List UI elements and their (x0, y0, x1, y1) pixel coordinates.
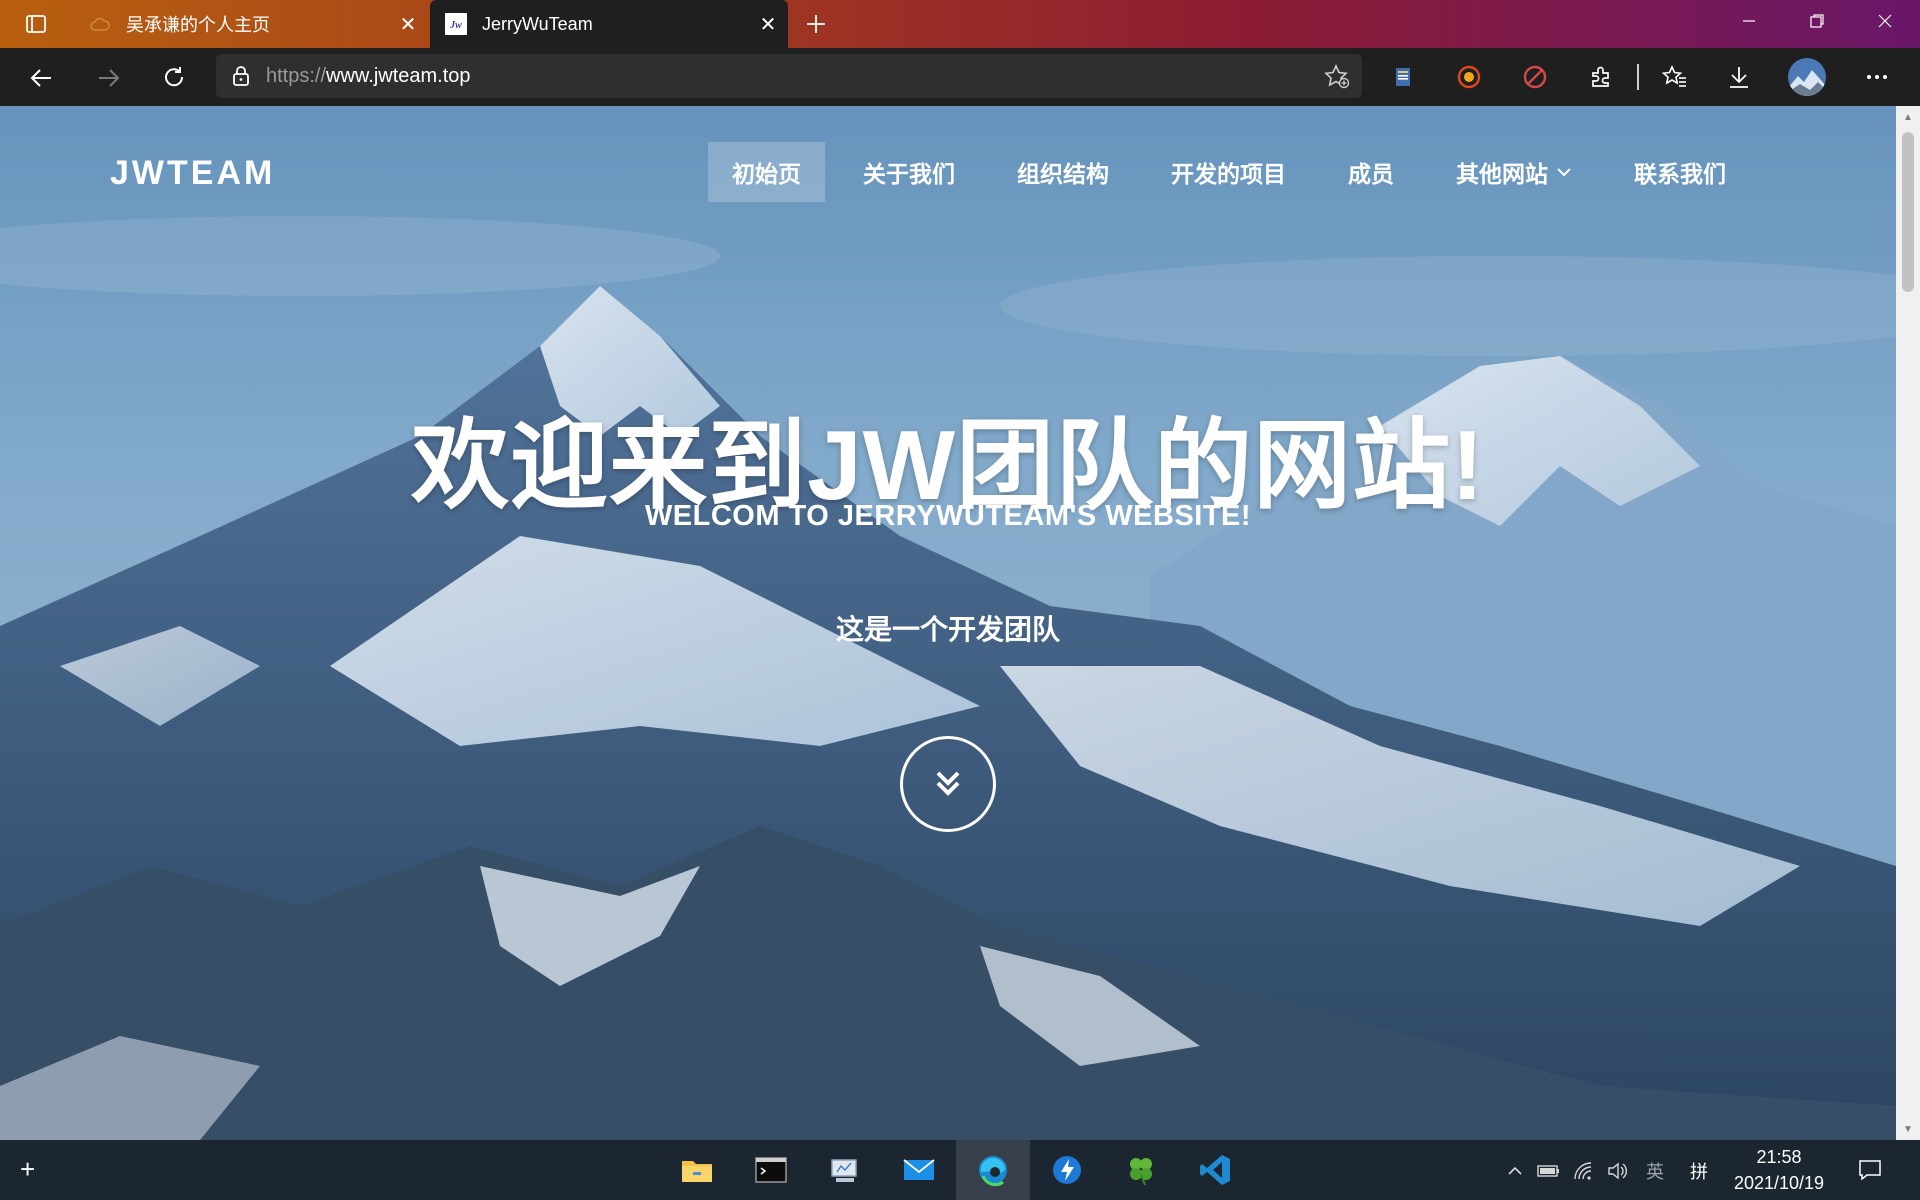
chevron-down-icon (1556, 167, 1572, 177)
tab-title: 吴承谦的个人主页 (126, 15, 270, 35)
terminal-icon[interactable] (734, 1140, 808, 1200)
more-menu-icon[interactable] (1860, 60, 1894, 94)
tab-jerrywuteam[interactable]: Jw JerryWuTeam ✕ (430, 0, 788, 48)
hero-section: JWTEAM 初始页 关于我们 组织结构 开发的项目 成员 其他网站 联系我们 … (0, 106, 1896, 1140)
clock-time: 21:58 (1756, 1147, 1802, 1167)
vertical-scrollbar[interactable]: ▲ ▼ (1896, 106, 1920, 1140)
add-icon[interactable]: + (20, 1154, 35, 1185)
cloud-icon (88, 12, 112, 36)
edge-browser-icon[interactable] (956, 1140, 1030, 1200)
clock-date: 2021/10/19 (1733, 1173, 1825, 1193)
thunder-download-icon[interactable] (1030, 1140, 1104, 1200)
nav-item-projects[interactable]: 开发的项目 (1147, 142, 1310, 202)
vscode-icon[interactable] (1178, 1140, 1252, 1200)
hero-tagline: 这是一个开发团队 (835, 614, 1060, 645)
close-tab-icon[interactable]: ✕ (748, 4, 788, 44)
file-explorer-icon[interactable] (660, 1140, 734, 1200)
scrollbar-thumb[interactable] (1902, 132, 1914, 292)
nav-item-other-sites[interactable]: 其他网站 (1432, 142, 1596, 202)
extensions-puzzle-icon[interactable] (1584, 60, 1618, 94)
favorites-icon[interactable] (1658, 60, 1692, 94)
globe-extension-icon[interactable] (1452, 60, 1486, 94)
toolbar-divider (1637, 64, 1639, 90)
tray-overflow-icon[interactable] (1500, 1156, 1530, 1186)
nav-item-structure[interactable]: 组织结构 (993, 142, 1133, 202)
tab-actions-icon[interactable] (14, 12, 58, 36)
forward-icon[interactable] (86, 56, 130, 100)
lock-icon[interactable] (216, 65, 266, 87)
scroll-up-arrow-icon[interactable]: ▲ (1896, 106, 1920, 128)
nav-item-home[interactable]: 初始页 (708, 142, 825, 202)
page-viewport: JWTEAM 初始页 关于我们 组织结构 开发的项目 成员 其他网站 联系我们 … (0, 106, 1896, 1140)
url-text[interactable]: https://www.jwteam.top (266, 65, 1312, 88)
notification-center-icon[interactable] (1854, 1154, 1886, 1186)
block-extension-icon[interactable] (1518, 60, 1552, 94)
reader-extension-icon[interactable] (1386, 60, 1420, 94)
close-tab-icon[interactable]: ✕ (388, 4, 428, 44)
refresh-icon[interactable] (152, 56, 196, 100)
double-chevron-down-icon (936, 771, 960, 796)
address-bar[interactable]: https://www.jwteam.top (216, 54, 1362, 98)
windows-taskbar: + 英 拼 21:58 2021/10/19 (0, 1140, 1920, 1200)
device-manager-icon[interactable] (808, 1140, 882, 1200)
site-navigation: 初始页 关于我们 组织结构 开发的项目 成员 其他网站 联系我们 (708, 142, 1764, 202)
scroll-down-button[interactable] (900, 736, 996, 832)
new-tab-icon[interactable] (798, 6, 834, 42)
profile-avatar[interactable] (1788, 58, 1826, 96)
downloads-icon[interactable] (1722, 60, 1756, 94)
tab-title: JerryWuTeam (482, 13, 593, 34)
volume-icon[interactable] (1602, 1156, 1632, 1186)
ime-mode[interactable]: 拼 (1684, 1156, 1714, 1186)
browser-title-bar: 吴承谦的个人主页 ✕ Jw JerryWuTeam ✕ (0, 0, 1920, 48)
hero-subtitle: WELCOM TO JERRYWUTEAM'S WEBSITE! (644, 500, 1252, 532)
battery-icon[interactable] (1534, 1156, 1564, 1186)
mail-icon[interactable] (882, 1140, 956, 1200)
tab-personal-homepage[interactable]: 吴承谦的个人主页 ✕ (74, 0, 428, 48)
nav-item-members[interactable]: 成员 (1324, 142, 1418, 202)
back-icon[interactable] (20, 56, 64, 100)
clover-icon[interactable] (1104, 1140, 1178, 1200)
nav-item-contact[interactable]: 联系我们 (1610, 142, 1750, 202)
scroll-down-arrow-icon[interactable]: ▼ (1896, 1118, 1920, 1140)
jw-favicon-icon: Jw (444, 12, 468, 36)
svg-text:Jw: Jw (449, 20, 462, 31)
system-clock[interactable]: 21:58 2021/10/19 (1714, 1144, 1844, 1196)
add-favorite-icon[interactable] (1312, 63, 1362, 89)
ime-language[interactable]: 英 (1640, 1156, 1670, 1186)
nav-item-about[interactable]: 关于我们 (839, 142, 979, 202)
wifi-icon[interactable] (1568, 1156, 1598, 1186)
site-brand-logo[interactable]: JWTEAM (110, 154, 275, 193)
close-window-icon[interactable] (1850, 0, 1920, 42)
restore-icon[interactable] (1782, 0, 1852, 42)
minimize-icon[interactable] (1714, 0, 1784, 42)
browser-toolbar: https://www.jwteam.top (0, 48, 1920, 106)
